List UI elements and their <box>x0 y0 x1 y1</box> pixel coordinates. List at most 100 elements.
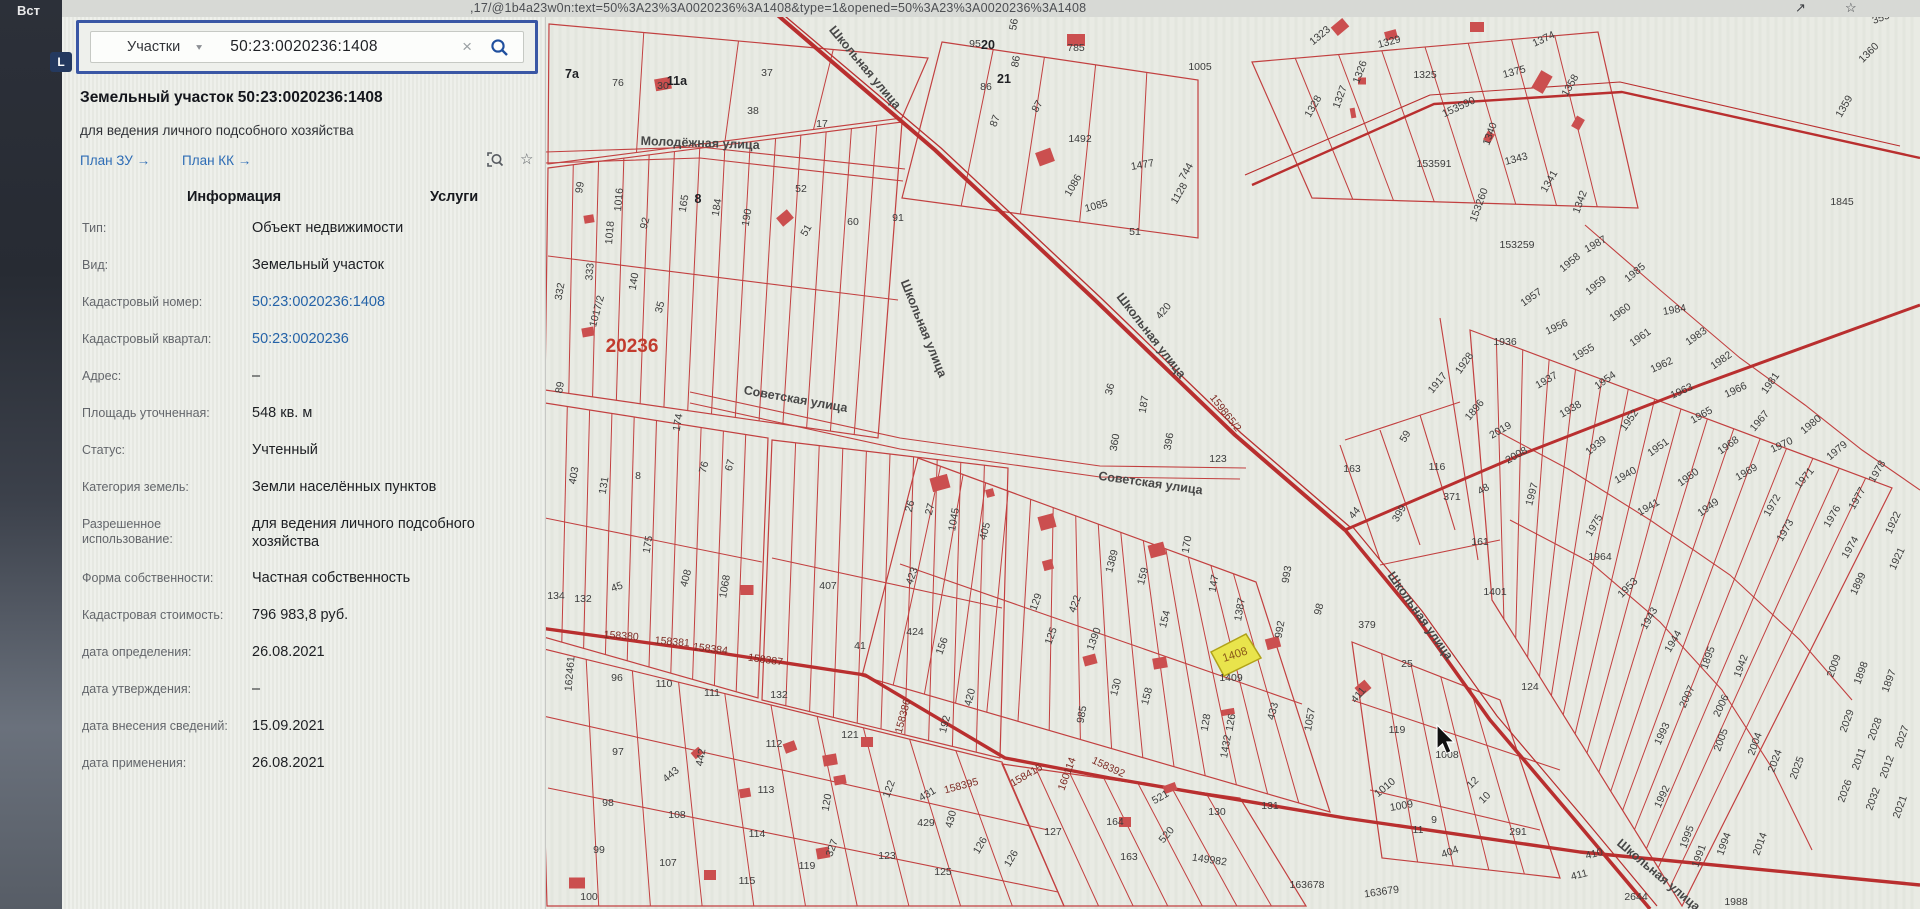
parcel-number-label[interactable]: 333 <box>583 262 596 281</box>
clear-icon[interactable]: × <box>462 37 472 57</box>
parcel-number-label[interactable]: 1492 <box>1068 133 1092 145</box>
parcel-number-label[interactable]: 11а <box>667 74 688 88</box>
parcel-number-label[interactable]: 86 <box>1009 55 1023 69</box>
chevron-down-icon[interactable]: ▾ <box>196 41 202 52</box>
parcel-number-label[interactable]: 163 <box>1343 463 1361 475</box>
parcel-number-label[interactable]: 89 <box>553 381 567 395</box>
zoom-to-extent-icon[interactable] <box>486 151 504 173</box>
parcel-number-label[interactable]: 100 <box>580 891 598 903</box>
parcel-number-label[interactable]: 56 <box>1007 18 1021 32</box>
parcel-number-label[interactable]: 125 <box>934 866 952 878</box>
parcel-number-label[interactable]: 112 <box>766 738 783 750</box>
parcel-number-label[interactable]: 76 <box>612 77 624 89</box>
parcel-number-label[interactable]: 1845 <box>1830 196 1854 208</box>
parcel-number-label[interactable]: 113 <box>758 784 775 796</box>
parcel-number-label[interactable]: 163 <box>1120 851 1138 863</box>
parcel-number-label[interactable]: 99 <box>593 844 605 856</box>
plan-zu-link[interactable]: План ЗУ → <box>80 153 150 168</box>
plan-kk-link[interactable]: План КК → <box>182 153 251 168</box>
parcel-number-label[interactable]: 429 <box>917 817 935 829</box>
tab-services[interactable]: Услуги <box>430 189 478 205</box>
parcel-number-label[interactable]: 95 <box>969 38 981 50</box>
parcel-number-label[interactable]: 132 <box>574 593 592 605</box>
bookmark-star-icon[interactable]: ☆ <box>1845 0 1857 16</box>
parcel-number-label[interactable]: 114 <box>749 828 766 840</box>
parcel-number-label[interactable]: 1401 <box>1483 586 1507 598</box>
search-box[interactable]: Участки ▾ 50:23:0020236:1408 × <box>76 20 538 74</box>
parcel-number-label[interactable]: 424 <box>906 626 924 638</box>
parcel-number-label[interactable]: 164 <box>1106 816 1124 828</box>
share-icon[interactable]: ↗ <box>1795 0 1806 16</box>
parcel-number-label[interactable]: 121 <box>841 729 859 741</box>
parcel-number-label[interactable]: 130 <box>1208 806 1226 818</box>
parcel-number-label[interactable]: 124 <box>1521 681 1539 693</box>
parcel-number-label[interactable]: 407 <box>819 580 837 592</box>
parcel-number-label[interactable]: 98 <box>602 797 614 809</box>
browser-url[interactable]: ,17/@1b4a23w0n:text=50%3A23%3A0020236%3A… <box>470 1 1086 15</box>
parcel-number-label[interactable]: 163678 <box>1289 879 1324 891</box>
parcel-number-label[interactable]: 86 <box>980 81 992 93</box>
parcel-number-label[interactable]: 8 <box>695 192 702 206</box>
parcel-number-label[interactable]: 132 <box>770 689 788 701</box>
parcel-number-label[interactable]: 1988 <box>1724 896 1748 908</box>
parcel-number-label[interactable]: 2644 <box>1624 891 1648 903</box>
parcel-number-label[interactable]: 153259 <box>1499 239 1534 251</box>
parcel-number-label[interactable]: 785 <box>1067 42 1085 54</box>
road-number-label[interactable]: 158380 <box>603 629 639 643</box>
parcel-number-label[interactable]: 115 <box>739 875 756 887</box>
parcel-number-label[interactable]: 52 <box>795 183 807 195</box>
parcel-number-label[interactable]: 1964 <box>1588 551 1612 563</box>
parcel-number-label[interactable]: 1005 <box>1188 61 1212 73</box>
parcel-number-label[interactable]: 110 <box>656 678 673 690</box>
parcel-number-label[interactable]: 9 <box>1431 814 1437 826</box>
parcel-number-label[interactable]: 379 <box>1358 619 1376 631</box>
search-icon[interactable] <box>490 38 509 57</box>
parcel-number-label[interactable]: 123 <box>1209 453 1227 465</box>
parcel-number-label[interactable]: 119 <box>1389 724 1406 736</box>
parcel-number-label[interactable]: 11 <box>1413 824 1424 836</box>
parcel-number-label[interactable]: 1325 <box>1413 69 1437 81</box>
tab-information[interactable]: Информация <box>187 189 281 205</box>
parcel-number-label[interactable]: 7а <box>565 67 580 81</box>
parcel-number-label[interactable]: 91 <box>892 212 904 224</box>
parcel-number-label[interactable]: 25 <box>1401 658 1413 670</box>
parcel-number-label[interactable]: 127 <box>1044 826 1062 838</box>
search-input[interactable]: 50:23:0020236:1408 <box>230 38 462 56</box>
field-value[interactable]: 50:23:0020236:1408 <box>252 293 512 311</box>
parcel-number-label[interactable]: 107 <box>659 857 677 869</box>
parcel-number-label[interactable]: 51 <box>1129 226 1141 238</box>
search-category-select[interactable]: Участки <box>127 39 180 55</box>
l-badge[interactable]: L <box>50 52 72 72</box>
parcel-number-label[interactable]: 119 <box>799 860 816 872</box>
parcel-number-label[interactable]: 1409 <box>1219 672 1243 684</box>
parcel-number-label[interactable]: 37 <box>761 67 773 79</box>
field-value[interactable]: 50:23:0020236 <box>252 330 512 348</box>
parcel-number-label[interactable]: 97 <box>612 746 624 758</box>
parcel-number-label[interactable]: 131 <box>1261 800 1279 812</box>
parcel-number-label[interactable]: 20 <box>981 38 995 52</box>
browser-address-strip[interactable]: ,17/@1b4a23w0n:text=50%3A23%3A0020236%3A… <box>0 0 1920 18</box>
parcel-number-label[interactable]: 161 <box>1471 536 1489 548</box>
favorite-star-icon[interactable]: ☆ <box>520 150 533 168</box>
parcel-number-label[interactable]: 21 <box>997 72 1011 86</box>
parcel-number-label[interactable]: 96 <box>611 672 623 684</box>
parcel-number-label[interactable]: 108 <box>668 809 686 821</box>
parcel-number-label[interactable]: 123 <box>878 850 896 862</box>
parcel-number-label[interactable]: 111 <box>704 687 720 699</box>
parcel-number-label[interactable]: 371 <box>1443 491 1461 503</box>
parcel-number-label[interactable]: 41 <box>854 640 866 652</box>
parcel-number-label[interactable]: 291 <box>1509 826 1527 838</box>
quarter-number-label[interactable]: 20236 <box>606 336 659 357</box>
parcel-number-label[interactable]: 60 <box>847 216 859 228</box>
parcel-number-label[interactable]: 99 <box>573 181 587 195</box>
parcel-number-label[interactable]: 8 <box>635 470 641 482</box>
cadastral-map[interactable]: 7а763011а3738179520868621878756785100514… <box>545 17 1920 909</box>
parcel-number-label[interactable]: 153591 <box>1416 158 1451 170</box>
search-field[interactable]: Участки ▾ 50:23:0020236:1408 × <box>90 31 524 63</box>
parcel-number-label[interactable]: 1016 <box>612 187 626 211</box>
parcel-number-label[interactable]: 1018 <box>603 220 617 244</box>
parcel-number-label[interactable]: 134 <box>547 590 565 602</box>
parcel-number-label[interactable]: 116 <box>1429 461 1446 473</box>
parcel-number-label[interactable]: 1936 <box>1493 336 1517 348</box>
parcel-number-label[interactable]: 38 <box>747 105 759 117</box>
